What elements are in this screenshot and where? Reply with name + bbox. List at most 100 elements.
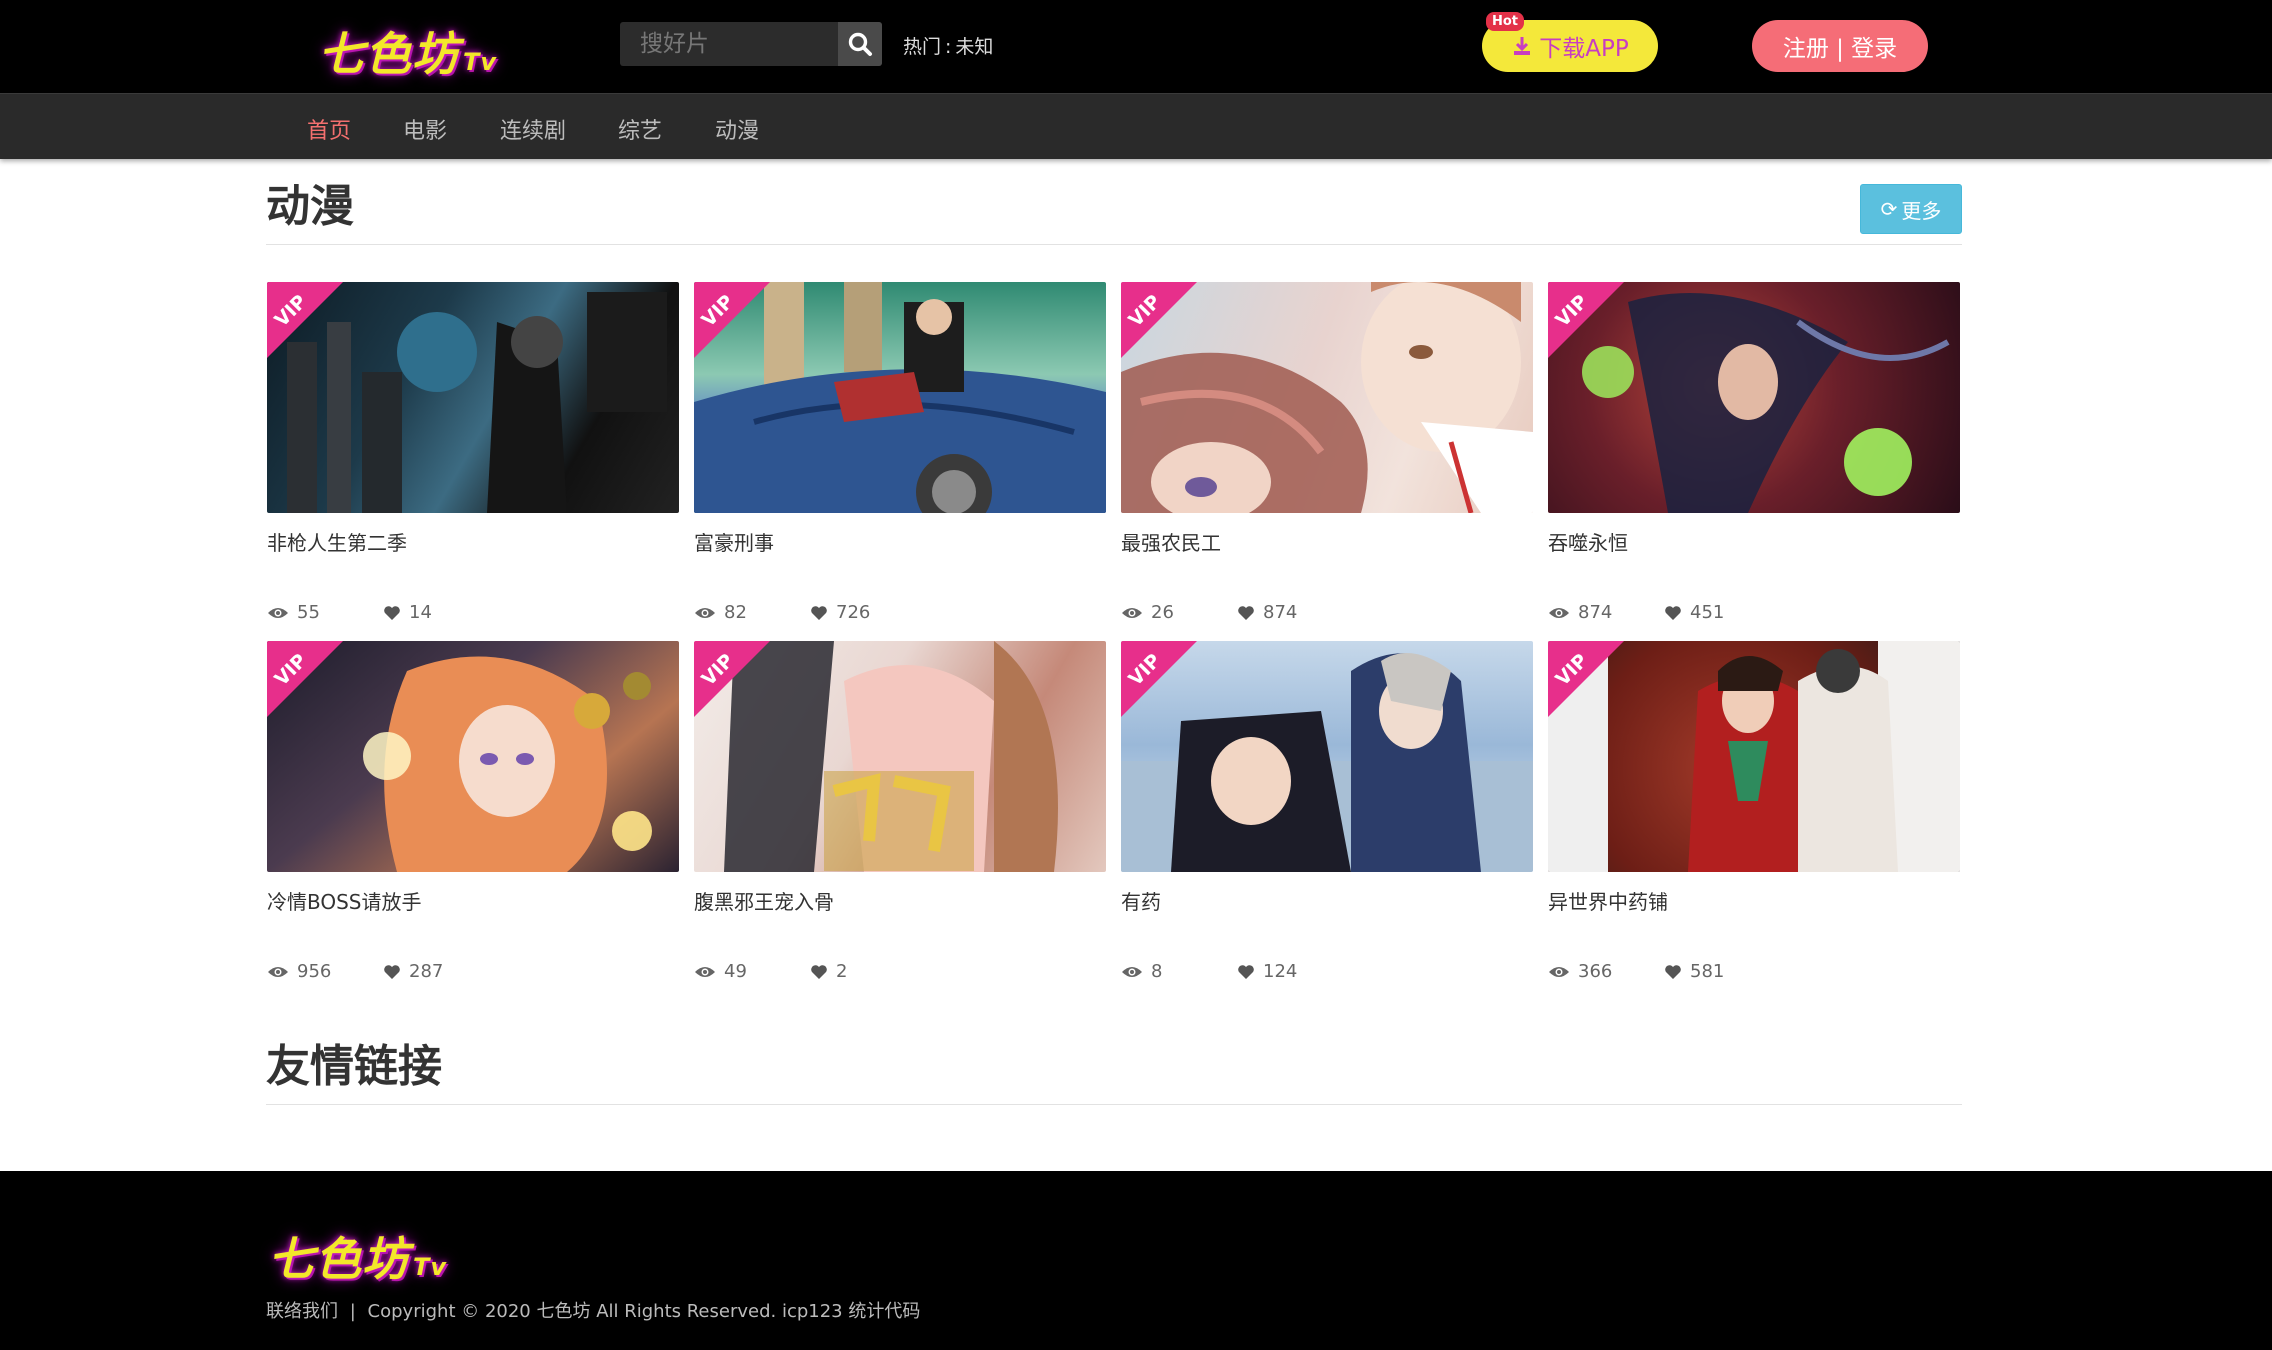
video-card: VIP 有药 8 124 <box>1121 641 1533 985</box>
video-thumbnail[interactable]: VIP <box>267 282 679 513</box>
video-title[interactable]: 冷情BOSS请放手 <box>267 886 679 915</box>
views-count: 26 <box>1151 602 1174 623</box>
views-count: 49 <box>724 961 747 982</box>
logo-text: 七色坊 <box>318 27 459 81</box>
eye-icon <box>695 966 715 977</box>
search-input[interactable] <box>620 22 838 66</box>
video-stats: 8 124 <box>1121 961 1533 985</box>
likes-stat: 124 <box>1237 961 1297 982</box>
likes-count: 451 <box>1690 602 1725 623</box>
video-thumbnail[interactable]: VIP <box>1548 282 1960 513</box>
search-button[interactable] <box>838 22 882 66</box>
register-login-button[interactable]: 注册 | 登录 <box>1752 20 1928 72</box>
views-count: 55 <box>297 602 320 623</box>
video-stats: 49 2 <box>694 961 1106 985</box>
views-stat: 55 <box>267 602 320 623</box>
eye-icon <box>1122 607 1142 618</box>
likes-count: 874 <box>1263 602 1298 623</box>
views-count: 956 <box>297 961 332 982</box>
heart-icon <box>1238 964 1254 979</box>
heart-icon <box>384 605 400 620</box>
nav-item-movies[interactable]: 电影 <box>403 113 447 145</box>
heart-icon <box>811 964 827 979</box>
likes-stat: 874 <box>1237 602 1297 623</box>
copyright-line: 联络我们 | Copyright © 2020 七色坊 All Rights R… <box>266 1297 920 1323</box>
video-thumbnail[interactable]: VIP <box>1548 641 1960 872</box>
video-title[interactable]: 非枪人生第二季 <box>267 527 679 556</box>
likes-stat: 2 <box>810 961 847 982</box>
logo-suffix: Tv <box>463 48 498 76</box>
video-thumbnail[interactable]: VIP <box>267 641 679 872</box>
footer-logo-suffix: Tv <box>413 1253 448 1281</box>
eye-icon <box>1549 607 1569 618</box>
footer-logo[interactable]: 七色坊 Tv <box>268 1223 447 1289</box>
views-stat: 956 <box>267 961 331 982</box>
links-section-header: 友情链接 <box>266 1030 1962 1105</box>
video-card: VIP 富豪刑事 82 726 <box>694 282 1106 626</box>
download-app-button[interactable]: Hot 下载APP <box>1482 12 1658 72</box>
section-header: 动漫 ⟳ 更多 <box>266 170 1962 245</box>
eye-icon <box>1122 966 1142 977</box>
likes-count: 287 <box>409 961 444 982</box>
eye-icon <box>695 607 715 618</box>
search-icon <box>848 32 872 56</box>
search-box <box>620 22 882 66</box>
video-card: VIP 腹黑邪王宠入骨 49 2 <box>694 641 1106 985</box>
site-logo[interactable]: 七色坊 Tv <box>318 18 497 84</box>
video-stats: 55 14 <box>267 602 679 626</box>
video-title[interactable]: 富豪刑事 <box>694 527 1106 556</box>
nav-item-series[interactable]: 连续剧 <box>500 113 566 145</box>
views-count: 874 <box>1578 602 1613 623</box>
main-nav: 首页 电影 连续剧 综艺 动漫 <box>0 93 2272 159</box>
views-stat: 8 <box>1121 961 1162 982</box>
download-label: 下载APP <box>1539 36 1629 62</box>
views-stat: 82 <box>694 602 747 623</box>
video-thumbnail[interactable]: VIP <box>1121 282 1533 513</box>
nav-item-home[interactable]: 首页 <box>307 113 351 145</box>
hot-label: 热门 <box>903 36 942 58</box>
likes-stat: 287 <box>383 961 443 982</box>
section-title: 动漫 <box>266 181 354 232</box>
heart-icon <box>1238 605 1254 620</box>
views-stat: 366 <box>1548 961 1612 982</box>
heart-icon <box>384 964 400 979</box>
video-title[interactable]: 有药 <box>1121 886 1533 915</box>
more-label: 更多 <box>1901 198 1942 223</box>
refresh-icon: ⟳ <box>1880 197 1898 221</box>
video-title[interactable]: 最强农民工 <box>1121 527 1533 556</box>
views-count: 366 <box>1578 961 1613 982</box>
copyright-text: Copyright © 2020 七色坊 All Rights Reserved… <box>367 1301 921 1322</box>
video-title[interactable]: 腹黑邪王宠入骨 <box>694 886 1106 915</box>
links-section-title: 友情链接 <box>266 1041 442 1092</box>
heart-icon <box>1665 605 1681 620</box>
nav-item-anime[interactable]: 动漫 <box>715 113 759 145</box>
contact-link[interactable]: 联络我们 <box>266 1301 338 1322</box>
likes-count: 124 <box>1263 961 1298 982</box>
eye-icon <box>268 607 288 618</box>
video-thumbnail[interactable]: VIP <box>1121 641 1533 872</box>
likes-stat: 726 <box>810 602 870 623</box>
video-thumbnail[interactable]: VIP <box>694 641 1106 872</box>
views-count: 82 <box>724 602 747 623</box>
video-thumbnail[interactable]: VIP <box>694 282 1106 513</box>
heart-icon <box>811 605 827 620</box>
likes-count: 726 <box>836 602 871 623</box>
top-header: 七色坊Tv 热门:未知 Hot 下载APP 注册 | 登录 <box>0 0 2272 93</box>
hot-value[interactable]: 未知 <box>955 36 993 58</box>
eye-icon <box>268 966 288 977</box>
video-title[interactable]: 吞噬永恒 <box>1548 527 1960 556</box>
likes-stat: 451 <box>1664 602 1724 623</box>
hot-searches: 热门: 未知 <box>903 32 993 59</box>
nav-item-variety[interactable]: 综艺 <box>618 113 662 145</box>
heart-icon <box>1665 964 1681 979</box>
views-stat: 49 <box>694 961 747 982</box>
likes-count: 581 <box>1690 961 1725 982</box>
views-count: 8 <box>1151 961 1163 982</box>
video-card: VIP 吞噬永恒 874 451 <box>1548 282 1960 626</box>
footer: 七色坊 Tv 联络我们 | Copyright © 2020 七色坊 All Ri… <box>0 1171 2272 1350</box>
likes-count: 2 <box>836 961 848 982</box>
video-title[interactable]: 异世界中药铺 <box>1548 886 1960 915</box>
likes-stat: 14 <box>383 602 432 623</box>
more-button[interactable]: ⟳ 更多 <box>1860 184 1962 234</box>
video-card: VIP 异世界中药铺 366 581 <box>1548 641 1960 985</box>
